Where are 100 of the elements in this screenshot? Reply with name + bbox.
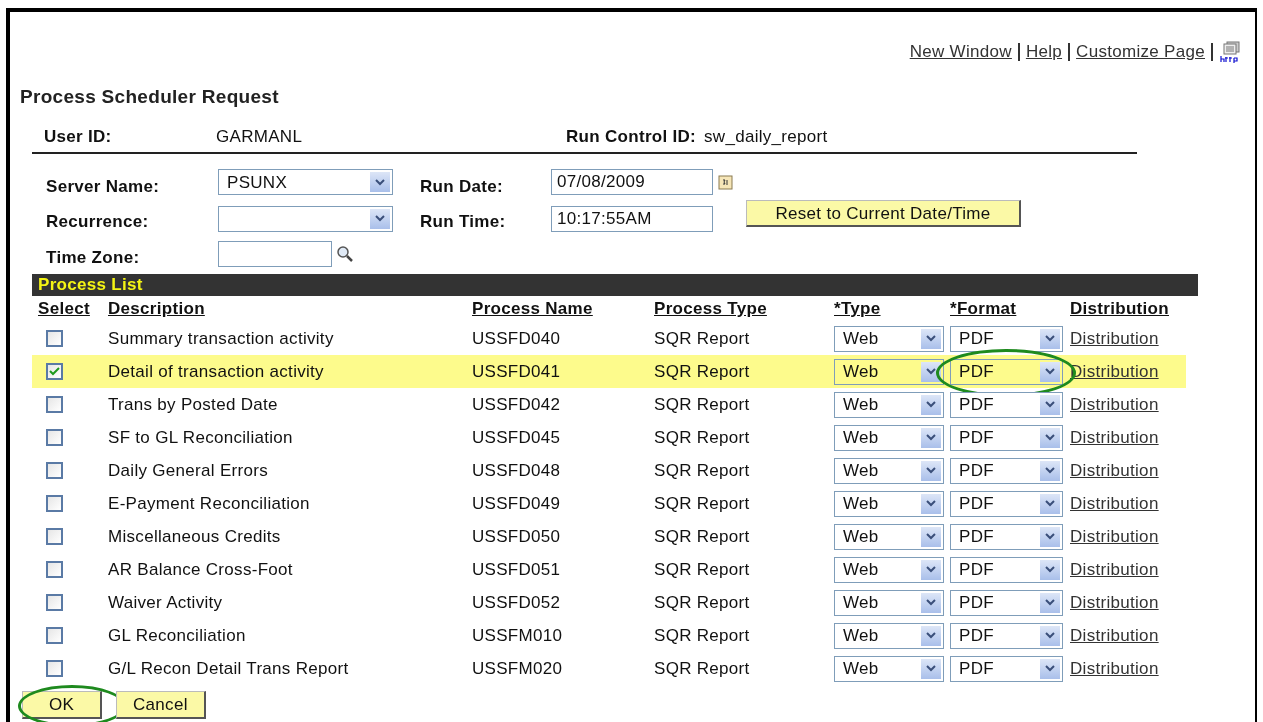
user-id-value: GARMANL [216,125,304,148]
process-list-header: Process List [32,274,1198,296]
checkbox[interactable] [46,363,63,380]
checkbox[interactable] [46,528,63,545]
distribution-link[interactable]: Distribution [1070,391,1159,418]
process-name-cell-text: USSFD040 [472,327,562,350]
field-label: Time Zone: [46,246,141,269]
description-cell-text: G/L Recon Detail Trans Report [108,657,350,680]
process-type-cell-text: SQR Report [654,393,751,416]
recurrence-select[interactable] [218,205,393,232]
process-type-cell-text: SQR Report [654,657,751,680]
column-header[interactable]: *Format [950,296,1017,322]
format-select[interactable]: PDF [950,325,1063,352]
format-select[interactable]: PDF [950,523,1063,550]
process-name-cell-text: USSFD051 [472,558,562,581]
page-title: Process Scheduler Request [20,85,280,109]
format-select[interactable]: PDF [950,490,1063,517]
process-type-cell-text: SQR Report [654,360,751,383]
description-cell-text: Waiver Activity [108,591,224,614]
distribution-link[interactable]: Distribution [1070,424,1159,451]
type-select[interactable]: Web [834,457,944,484]
column-header[interactable]: *Type [834,296,881,322]
distribution-link[interactable]: Distribution [1070,457,1159,484]
format-select[interactable]: PDF [950,622,1063,649]
process-name-cell-text: USSFD045 [472,426,562,449]
process-type-cell-text: SQR Report [654,591,751,614]
distribution-link[interactable]: Distribution [1070,556,1159,583]
process-type-cell-text: SQR Report [654,624,751,647]
checkbox[interactable] [46,396,63,413]
format-select[interactable]: PDF [950,391,1063,418]
process-name-cell-text: USSFD049 [472,492,562,515]
field-label: User ID: [43,125,113,148]
format-select[interactable]: PDF [950,457,1063,484]
run-time-field[interactable]: 10:17:55AM [551,205,713,232]
field-label: Server Name: [46,175,161,198]
format-select[interactable]: PDF [950,655,1063,682]
type-select[interactable]: Web [834,490,944,517]
process-type-cell-text: SQR Report [654,492,751,515]
process-name-cell-text: USSFD048 [472,459,562,482]
process-type-cell-text: SQR Report [654,558,751,581]
process-type-cell-text: SQR Report [654,426,751,449]
run-date-field[interactable]: 07/08/2009 [551,169,713,196]
type-select[interactable]: Web [834,325,944,352]
distribution-link[interactable]: Distribution [1070,589,1159,616]
process-type-cell-text: SQR Report [654,459,751,482]
type-select[interactable]: Web [834,655,944,682]
header-link[interactable]: Help [1025,39,1063,65]
process-name-cell-text: USSFD050 [472,525,562,548]
type-select[interactable]: Web [834,391,944,418]
dialog-button[interactable]: OK [22,691,102,719]
process-name-cell-text: USSFM020 [472,657,564,680]
column-header[interactable]: Select [38,296,90,322]
column-header[interactable]: Process Type [654,296,767,322]
time-zone-field[interactable] [218,241,332,268]
format-select[interactable]: PDF [950,556,1063,583]
checkbox[interactable] [46,627,63,644]
field-label: Run Time: [420,211,507,233]
description-cell-text: Detail of transaction activity [108,360,325,383]
type-select[interactable]: Web [834,424,944,451]
description-cell-text: GL Reconciliation [108,624,247,647]
process-name-cell-text: USSFM010 [472,624,564,647]
format-select[interactable]: PDF [950,358,1063,385]
checkbox[interactable] [46,594,63,611]
field-label: Run Control ID: [566,125,698,148]
type-select[interactable]: Web [834,622,944,649]
type-select[interactable]: Web [834,523,944,550]
type-select[interactable]: Web [834,358,944,385]
run-control-id-value: sw_daily_report [704,125,828,148]
calendar-icon[interactable] [718,174,734,191]
description-cell-text: Trans by Posted Date [108,393,279,416]
type-select[interactable]: Web [834,556,944,583]
reset-date-time-button[interactable]: Reset to Current Date/Time [746,200,1021,228]
checkbox[interactable] [46,660,63,677]
checkbox[interactable] [46,561,63,578]
distribution-link[interactable]: Distribution [1070,325,1159,352]
distribution-link[interactable]: Distribution [1070,490,1159,517]
search-icon[interactable] [336,245,354,264]
distribution-link[interactable]: Distribution [1070,523,1159,550]
header-link[interactable]: New Window [909,39,1012,65]
description-cell-text: Summary transaction activity [108,327,335,350]
process-name-cell-text: USSFD042 [472,393,562,416]
server-name-select[interactable]: PSUNX [218,169,393,196]
column-header[interactable]: Distribution [1070,296,1169,322]
column-header[interactable]: Description [108,296,205,322]
checkbox[interactable] [46,462,63,479]
format-select[interactable]: PDF [950,589,1063,616]
checkbox[interactable] [46,330,63,347]
process-name-cell-text: USSFD041 [472,360,562,383]
checkbox[interactable] [46,429,63,446]
dialog-button[interactable]: Cancel [116,691,206,719]
format-select[interactable]: PDF [950,424,1063,451]
distribution-link[interactable]: Distribution [1070,655,1159,682]
checkmark-icon [49,367,60,376]
column-header[interactable]: Process Name [472,296,593,322]
description-cell-text: E-Payment Reconciliation [108,492,311,515]
checkbox[interactable] [46,495,63,512]
field-label: Recurrence: [46,211,150,233]
header-link[interactable]: Customize Page [1076,39,1205,65]
distribution-link[interactable]: Distribution [1070,622,1159,649]
type-select[interactable]: Web [834,589,944,616]
